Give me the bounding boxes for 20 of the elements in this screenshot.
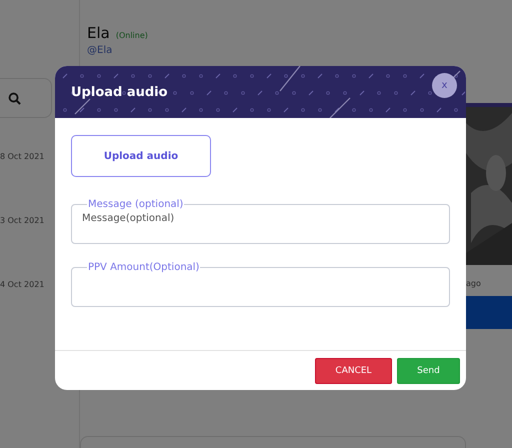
text-field[interactable]: Message (optional) Message(optional) bbox=[71, 199, 450, 244]
search-field[interactable] bbox=[0, 78, 52, 118]
field-label: Message (optional) bbox=[87, 199, 184, 210]
profile-name: Ela bbox=[87, 24, 110, 42]
send-button[interactable]: Send bbox=[397, 358, 460, 384]
cancel-button[interactable]: CANCEL bbox=[315, 358, 392, 384]
field-value: Message(optional) bbox=[82, 213, 176, 224]
action-bar[interactable] bbox=[466, 296, 512, 329]
field-label: PPV Amount(Optional) bbox=[87, 262, 200, 273]
conversation-date: 3 Oct 2021 bbox=[0, 216, 46, 225]
text-field[interactable]: PPV Amount(Optional) bbox=[71, 262, 450, 307]
conversation-date: 8 Oct 2021 bbox=[0, 152, 46, 161]
time-label: ago bbox=[466, 278, 482, 290]
online-status: (Online) bbox=[116, 31, 148, 40]
close-button[interactable]: x bbox=[432, 72, 457, 98]
profile-handle: @Ela bbox=[87, 45, 114, 56]
conversation-date: 4 Oct 2021 bbox=[0, 280, 46, 289]
search-icon bbox=[8, 92, 21, 104]
upload-audio-button[interactable]: Upload audio bbox=[71, 135, 211, 177]
dialog-title: Upload audio bbox=[71, 84, 168, 100]
